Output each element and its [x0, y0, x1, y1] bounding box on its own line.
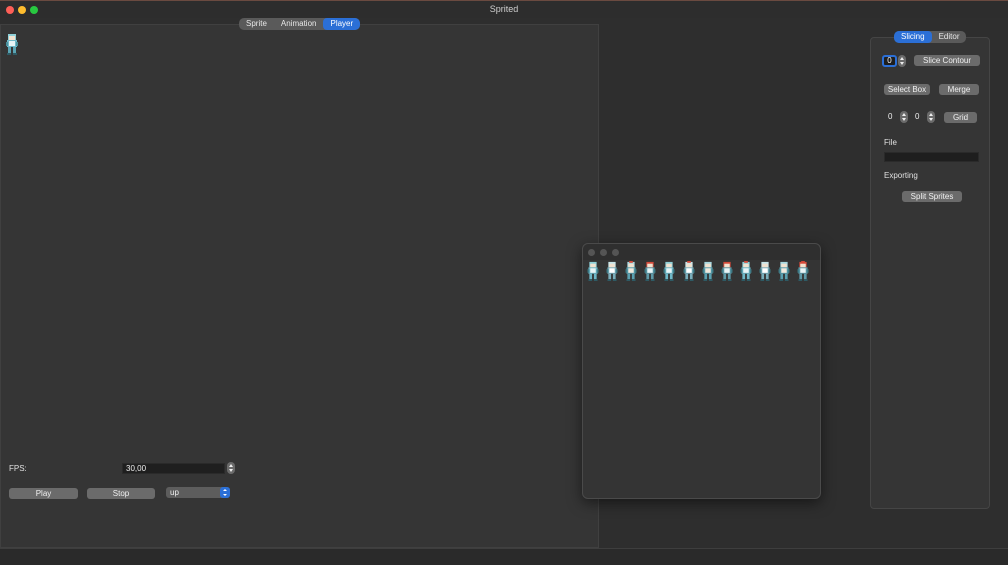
tab-sprite[interactable]: Sprite: [239, 18, 274, 30]
file-heading: File: [884, 138, 897, 147]
player-sprite-preview: [6, 34, 18, 55]
sprite-frame[interactable]: [681, 261, 697, 281]
direction-select[interactable]: up: [166, 487, 230, 498]
play-button[interactable]: Play: [9, 488, 78, 499]
split-sprites-button[interactable]: Split Sprites: [902, 191, 962, 202]
fps-label: FPS:: [9, 464, 27, 473]
sprite-frame[interactable]: [661, 261, 677, 281]
direction-select-value: up: [170, 488, 179, 497]
sprite-sheet-frames: [584, 261, 820, 283]
stop-button[interactable]: Stop: [87, 488, 155, 499]
sprite-frame[interactable]: [604, 261, 620, 281]
sprite-frame[interactable]: [623, 261, 639, 281]
fps-input[interactable]: 30,00: [122, 463, 225, 474]
sprite-frame[interactable]: [642, 261, 658, 281]
minimize-window-icon[interactable]: [600, 249, 607, 256]
sprite-sheet-titlebar: [583, 244, 820, 260]
grid-y-value[interactable]: 0: [915, 111, 919, 123]
grid-button[interactable]: Grid: [944, 112, 977, 123]
tools-panel: [870, 37, 990, 509]
sprite-frame[interactable]: [776, 261, 792, 281]
title-bar: Sprited: [0, 0, 1008, 18]
chevron-updown-icon: [220, 487, 230, 498]
contour-stepper[interactable]: [898, 55, 906, 67]
player-panel: [0, 24, 599, 548]
sprite-frame[interactable]: [719, 261, 735, 281]
sprite-frame[interactable]: [757, 261, 773, 281]
tab-slicing[interactable]: Slicing: [894, 31, 932, 43]
sprite-frame[interactable]: [700, 261, 716, 281]
grid-x-value[interactable]: 0: [888, 111, 892, 123]
slice-contour-button[interactable]: Slice Contour: [914, 55, 980, 66]
merge-button[interactable]: Merge: [939, 84, 979, 95]
fps-stepper[interactable]: [227, 462, 235, 474]
grid-x-stepper[interactable]: [900, 111, 908, 123]
status-strip: [0, 548, 1008, 565]
sprite-frame[interactable]: [795, 261, 811, 281]
file-path-field[interactable]: [884, 152, 979, 162]
select-box-button[interactable]: Select Box: [884, 84, 930, 95]
tab-animation[interactable]: Animation: [274, 18, 324, 30]
window-title: Sprited: [489, 4, 519, 14]
grid-y-stepper[interactable]: [927, 111, 935, 123]
contour-spinbox[interactable]: 0: [882, 55, 897, 67]
sprite-frame[interactable]: [585, 261, 601, 281]
sprite-sheet-window: [582, 243, 821, 499]
exporting-heading: Exporting: [884, 171, 918, 180]
main-tab-bar: Sprite Animation Player: [239, 18, 361, 30]
tab-player[interactable]: Player: [323, 18, 361, 30]
tools-tab-bar: Slicing Editor: [894, 31, 967, 43]
sprite-frame[interactable]: [738, 261, 754, 281]
zoom-window-icon[interactable]: [612, 249, 619, 256]
tab-editor[interactable]: Editor: [932, 31, 967, 43]
close-window-icon[interactable]: [588, 249, 595, 256]
